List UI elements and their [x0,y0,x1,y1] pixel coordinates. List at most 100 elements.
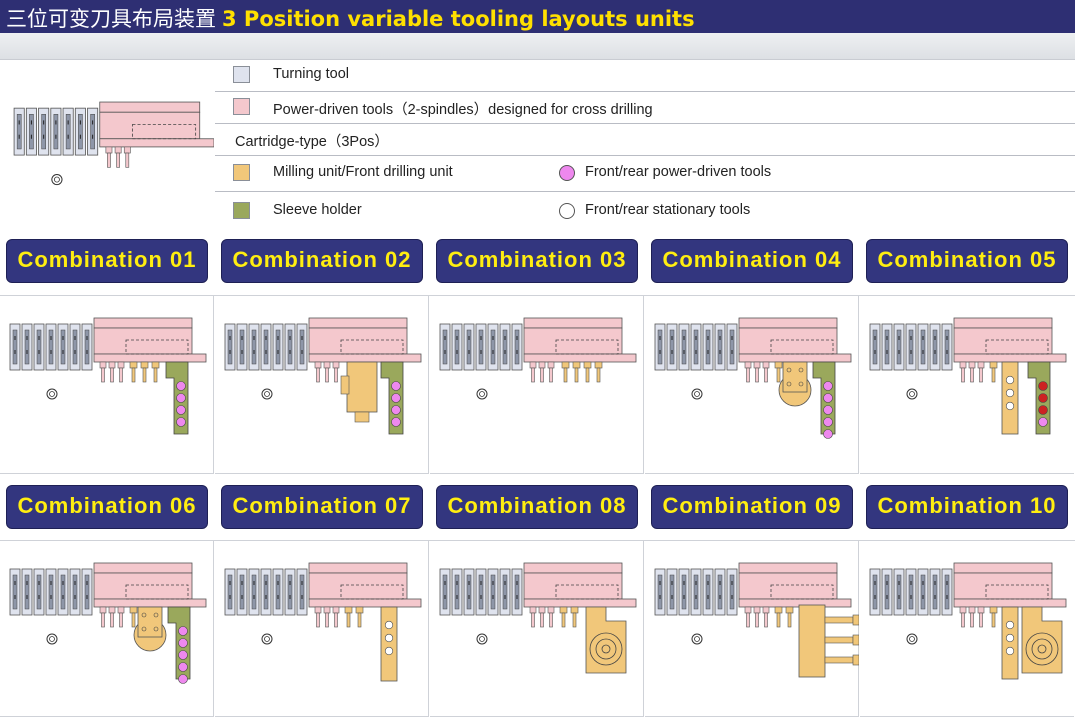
combination-diagram [439,317,637,400]
power-block-body [738,572,838,600]
turning-tool-insert [48,574,54,610]
power-block-body [93,327,193,355]
milling-unit [1001,361,1019,435]
vertical-milling-unit [346,361,378,413]
combination-header: Combination 05 [866,239,1068,283]
motor-outer-icon [589,632,623,666]
turning-tool-insert [275,574,281,610]
turning-tool-insert [872,574,878,610]
turning-tool-insert [729,574,735,610]
drill-bit [746,612,750,628]
combination-diagram-cell [215,541,429,717]
drill-chuck [323,606,331,614]
turning-tool-insert [287,574,293,610]
power-block-top [738,317,838,329]
combination-label: Combination 04 [662,247,842,272]
combination-diagram-cell [430,296,644,474]
turning-tool-insert [669,574,675,610]
turning-tool-insert [41,114,46,150]
turning-tool-insert [944,329,950,365]
turning-tool-insert [693,329,699,365]
turning-tool-insert [84,329,90,365]
combination-diagram [224,562,422,682]
turret-assembly [869,317,1067,435]
tool-dot-icon [391,405,401,415]
turning-tool-insert [454,574,460,610]
power-block-top [953,562,1053,574]
drill-chuck [99,361,107,369]
drill-bit [549,367,553,383]
turning-tool-insert [490,574,496,610]
stationary-dot-icon [1005,375,1015,385]
rotation-symbol-icon [691,633,703,645]
cartridge-type-label: Cartridge-type（3Pos） [235,134,389,150]
power-block-body [953,327,1053,355]
power-tool-dot-icon [559,165,575,181]
cartridge-chuck [129,606,138,614]
cartridge-chuck [774,361,783,369]
turning-tool-insert [90,114,95,150]
turning-tool-insert [932,329,938,365]
combination-diagram-cell [0,296,214,474]
cartridge-chuck [151,361,160,369]
drill-bit [334,612,338,628]
cartridge-bit [572,612,577,628]
front-rear-power-label: Front/rear power-driven tools [585,164,772,180]
combination-diagram-cell [0,541,214,717]
drill-chuck [117,606,125,614]
power-block-top [93,562,193,574]
spindle-chuck [852,654,860,666]
turning-tool-insert [669,329,675,365]
power-block-top [93,317,193,329]
milling-unit [1001,606,1019,680]
turning-tool-insert [251,574,257,610]
tool-dot-icon [823,393,833,403]
cartridge-bit [357,612,362,628]
turning-tool-insert [65,114,71,150]
drill-bit [970,612,974,628]
turning-tool-insert [299,329,305,365]
combination-header: Combination 08 [436,485,638,529]
sleeve-holder-swatch [233,202,250,219]
turning-tool-insert [932,574,938,610]
turning-tool-insert [466,329,472,365]
page-title: 三位可变刀具布局装置 3 Position variable tooling la… [6,3,695,33]
cartridge-bit [574,367,579,383]
power-driven-swatch [233,98,250,115]
legend-row-turning: Turning tool [215,60,1075,92]
combination-diagram-cell [430,541,644,717]
stationary-dot-icon [384,620,394,630]
combination-header: Combination 10 [866,485,1068,529]
spindle-chuck [852,614,860,626]
turning-tool-insert [78,114,83,150]
row-divider [0,540,1075,541]
power-block-base [93,353,207,363]
turning-tool-insert [263,329,269,365]
power-block-top [953,317,1053,329]
turning-tool-insert [884,329,890,365]
drill-bit [119,367,123,383]
power-driven-label: Power-driven tools（2-spindles）designed f… [273,102,653,118]
drill-bit [764,367,768,383]
drill-bit [764,612,768,628]
drill-chuck [117,361,125,369]
rotation-symbol-icon [261,388,273,400]
tool-dot-icon [823,381,833,391]
cartridge-bit [787,612,792,628]
rotation-symbol-icon [261,633,273,645]
cartridge-chuck [355,606,364,614]
turning-tool-insert [478,574,484,610]
power-block-body [523,572,623,600]
rotation-symbol-icon [476,633,488,645]
turning-tool-insert [454,329,460,365]
turret-assembly [224,317,422,435]
drill-bit [746,367,750,383]
milling-nose [354,411,370,423]
combination-label: Combination 07 [232,493,412,518]
cartridge-bit [776,612,781,628]
drill-chuck [753,361,761,369]
horizontal-spindle [824,636,854,644]
drill-bit [110,367,114,383]
stationary-dot-icon [384,646,394,656]
turning-tool-insert [442,329,448,365]
